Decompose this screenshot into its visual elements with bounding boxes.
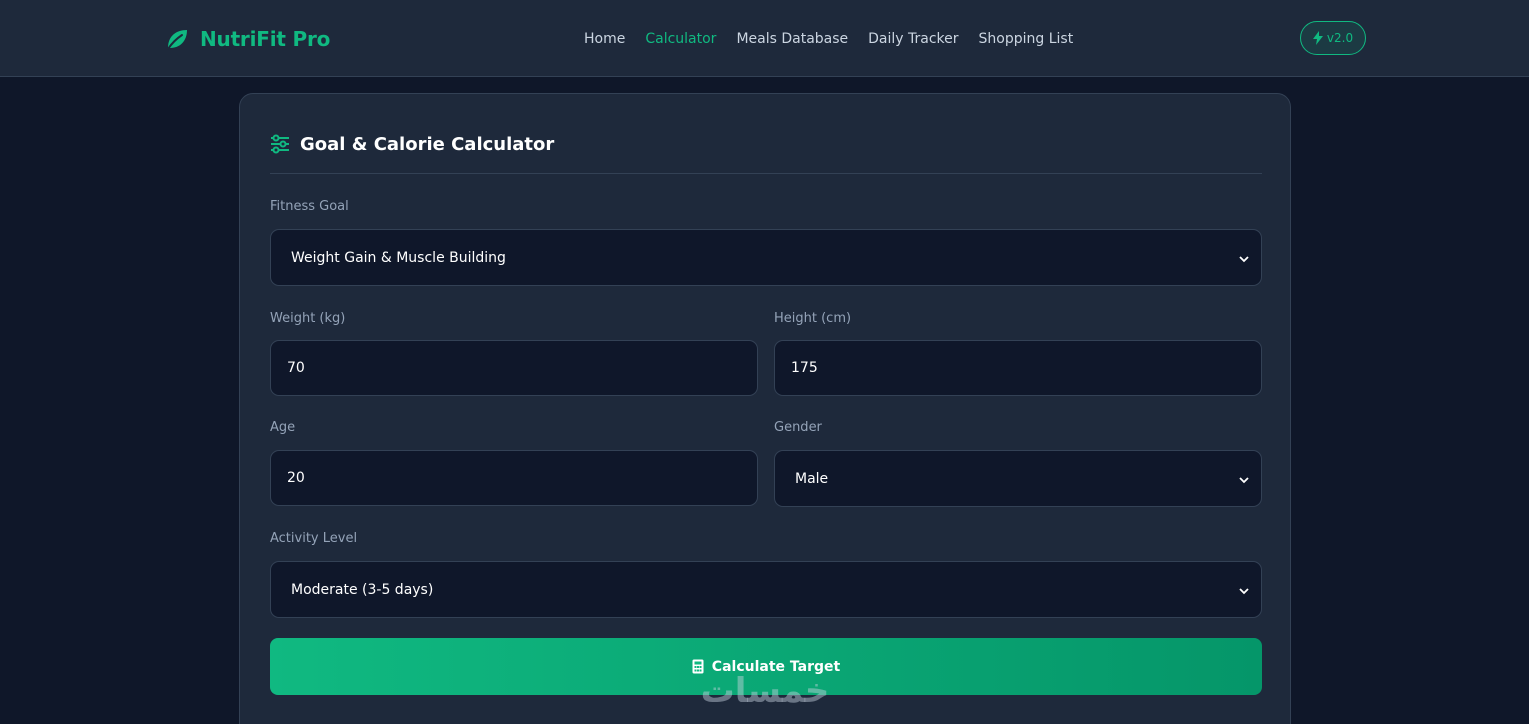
weight-value: 70 xyxy=(287,360,305,376)
activity-level-select[interactable]: Moderate (3-5 days) xyxy=(270,561,1262,618)
nav-calculator[interactable]: Calculator xyxy=(645,31,716,47)
card-header: Goal & Calorie Calculator xyxy=(270,131,554,157)
chevron-down-icon xyxy=(1239,473,1249,484)
height-input[interactable]: 175 xyxy=(774,340,1262,396)
brand-logo[interactable]: NutriFit Pro xyxy=(164,24,330,54)
brand-name: NutriFit Pro xyxy=(200,27,331,51)
sliders-icon xyxy=(270,134,290,154)
activity-level-label: Activity Level xyxy=(270,531,358,546)
age-label: Age xyxy=(270,420,296,435)
nav-meals-database[interactable]: Meals Database xyxy=(736,31,848,47)
age-value: 20 xyxy=(287,470,305,486)
calculator-card: Goal & Calorie Calculator Fitness Goal W… xyxy=(239,93,1291,724)
height-label: Height (cm) xyxy=(774,311,852,326)
main-nav: Home Calculator Meals Database Daily Tra… xyxy=(584,28,1073,50)
chevron-down-icon xyxy=(1239,252,1249,263)
gender-label: Gender xyxy=(774,420,822,435)
top-navbar: NutriFit Pro Home Calculator Meals Datab… xyxy=(0,0,1529,77)
fitness-goal-label: Fitness Goal xyxy=(270,199,349,214)
weight-label: Weight (kg) xyxy=(270,311,346,326)
watermark: خمسات xyxy=(700,671,830,711)
nav-home[interactable]: Home xyxy=(584,31,625,47)
leaf-icon xyxy=(164,26,190,52)
nav-daily-tracker[interactable]: Daily Tracker xyxy=(868,31,958,47)
gender-select[interactable]: Male xyxy=(774,450,1262,507)
header-divider xyxy=(270,173,1262,174)
fitness-goal-value: Weight Gain & Muscle Building xyxy=(291,249,506,266)
version-label: v2.0 xyxy=(1326,31,1354,45)
activity-level-value: Moderate (3-5 days) xyxy=(291,581,434,598)
bolt-icon xyxy=(1312,31,1323,45)
chevron-down-icon xyxy=(1239,584,1249,595)
version-badge: v2.0 xyxy=(1300,21,1366,55)
gender-value: Male xyxy=(795,470,829,487)
card-title: Goal & Calorie Calculator xyxy=(300,133,555,155)
fitness-goal-select[interactable]: Weight Gain & Muscle Building xyxy=(270,229,1262,286)
nav-shopping-list[interactable]: Shopping List xyxy=(979,31,1074,47)
weight-input[interactable]: 70 xyxy=(270,340,758,396)
age-input[interactable]: 20 xyxy=(270,450,758,506)
height-value: 175 xyxy=(791,360,818,376)
